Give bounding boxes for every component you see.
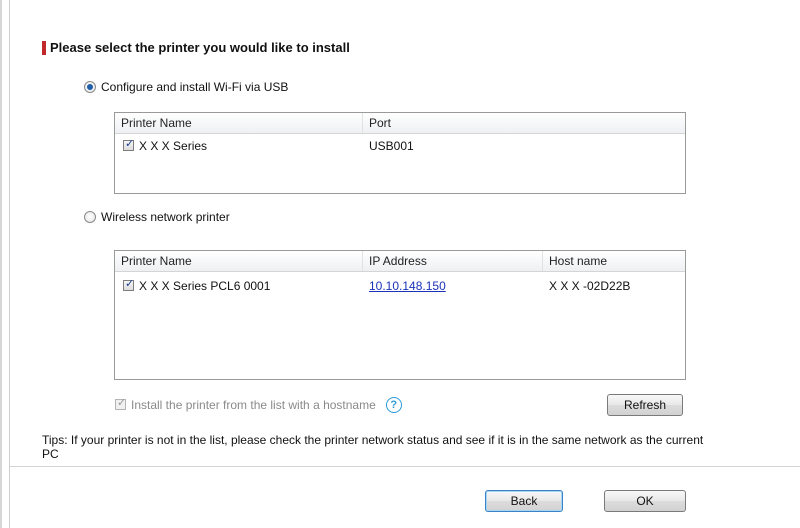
tips-text: Tips: If your printer is not in the list…: [42, 433, 704, 461]
back-button[interactable]: Back: [485, 490, 563, 512]
panel-left-edge: [9, 0, 10, 528]
column-printer-name[interactable]: Printer Name: [115, 251, 362, 271]
footer-divider: [10, 466, 800, 467]
page-heading: Please select the printer you would like…: [42, 40, 350, 55]
install-hostname-label: Install the printer from the list with a…: [131, 398, 376, 412]
column-port[interactable]: Port: [362, 113, 685, 133]
heading-accent-bar: [42, 40, 46, 55]
wireless-printer-host: X X X -02D22B: [549, 279, 631, 293]
usb-printer-list[interactable]: Printer Name Port ✓ X X X Series USB001: [114, 112, 686, 194]
wireless-option-radio[interactable]: Wireless network printer: [84, 210, 230, 224]
install-hostname-row: ✓ Install the printer from the list with…: [115, 397, 402, 413]
usb-printer-row[interactable]: ✓ X X X Series USB001: [115, 137, 685, 155]
usb-option-radio[interactable]: Configure and install Wi-Fi via USB: [84, 80, 288, 94]
install-hostname-checkbox[interactable]: ✓: [115, 397, 126, 410]
wireless-list-header: Printer Name IP Address Host name: [115, 251, 685, 272]
usb-option-label: Configure and install Wi-Fi via USB: [101, 80, 289, 94]
radio-unselected-icon: [84, 211, 96, 223]
wireless-printer-row[interactable]: ✓ X X X Series PCL6 0001 10.10.148.150 X …: [115, 277, 685, 295]
refresh-button[interactable]: Refresh: [607, 394, 683, 416]
help-icon[interactable]: ?: [385, 397, 402, 413]
column-host-name[interactable]: Host name: [542, 251, 685, 271]
wireless-printer-ip-link[interactable]: 10.10.148.150: [369, 277, 446, 295]
column-ip-address[interactable]: IP Address: [362, 251, 542, 271]
window-left-edge: [0, 0, 2, 528]
usb-printer-name: X X X Series: [139, 139, 208, 153]
wireless-printer-list[interactable]: Printer Name IP Address Host name ✓ X X X…: [114, 250, 686, 380]
wireless-printer-name: X X X Series PCL6 0001: [139, 279, 271, 293]
usb-printer-checkbox[interactable]: ✓: [123, 138, 134, 152]
usb-printer-name-cell: ✓ X X X Series: [123, 137, 207, 155]
heading-text: Please select the printer you would like…: [50, 40, 350, 55]
ok-button[interactable]: OK: [604, 490, 686, 512]
wireless-printer-name-cell: ✓ X X X Series PCL6 0001: [123, 277, 270, 295]
column-printer-name[interactable]: Printer Name: [115, 113, 362, 133]
usb-list-header: Printer Name Port: [115, 113, 685, 134]
radio-selected-icon: [84, 81, 96, 93]
wireless-printer-checkbox[interactable]: ✓: [123, 278, 134, 292]
wireless-option-label: Wireless network printer: [101, 210, 230, 224]
usb-printer-port: USB001: [369, 139, 414, 153]
